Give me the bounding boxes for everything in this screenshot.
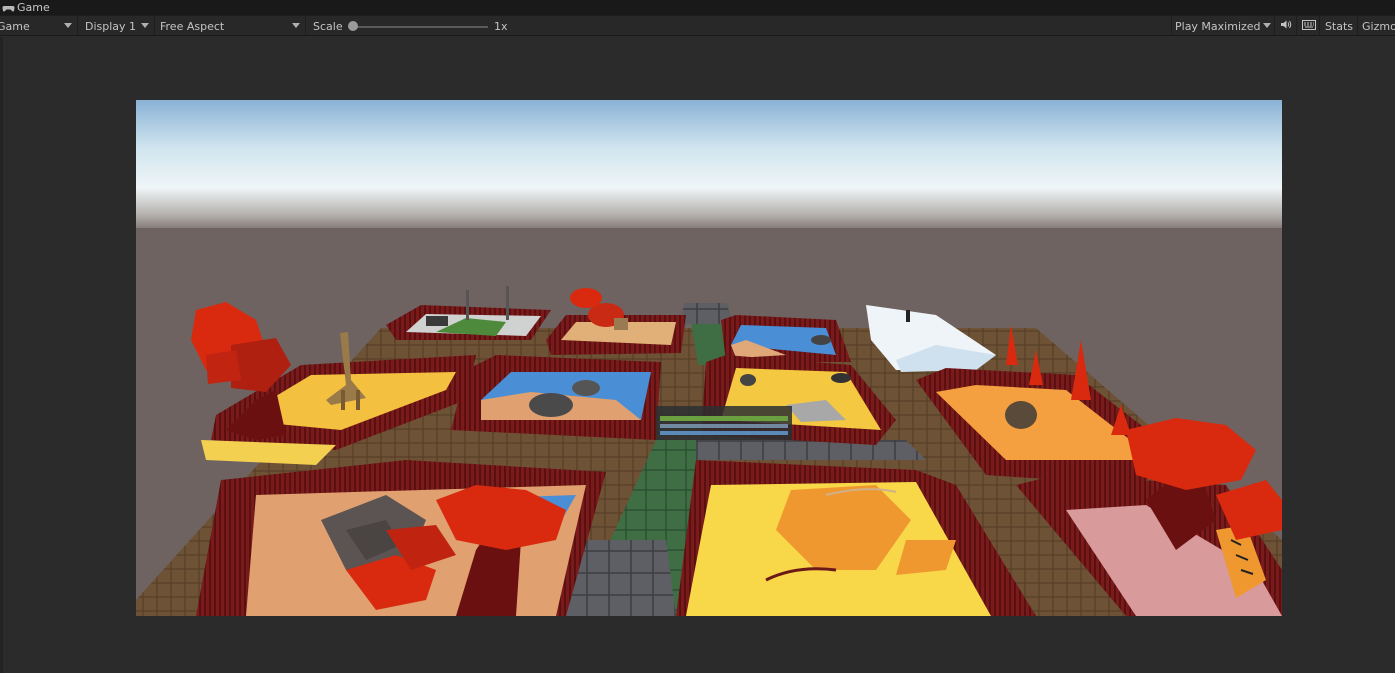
scale-slider[interactable] xyxy=(353,26,488,28)
chevron-down-icon xyxy=(64,23,72,28)
enclosure-rhino xyxy=(451,355,661,440)
shortcuts-button[interactable] xyxy=(1298,16,1320,36)
game-view-dropdown-label: Game xyxy=(0,19,30,33)
gizmos-button[interactable]: Gizmo xyxy=(1359,16,1395,36)
game-tab[interactable]: Game xyxy=(0,0,56,15)
editor-tab-bar: Game xyxy=(0,0,1395,15)
play-mode-dropdown[interactable]: Play Maximized xyxy=(1171,16,1275,36)
small-red-tree-back xyxy=(570,288,602,308)
enclosure-pond xyxy=(721,315,851,362)
chevron-down-icon xyxy=(292,23,300,28)
stone-walkway-cross xyxy=(696,440,926,460)
stats-button[interactable]: Stats xyxy=(1321,16,1358,36)
speaker-icon xyxy=(1280,19,1292,33)
zoo-scene xyxy=(136,100,1282,616)
game-controller-icon xyxy=(2,3,15,13)
game-view-toolbar: Game Display 1 Free Aspect Scale 1x Play… xyxy=(0,15,1395,36)
game-render-view[interactable] xyxy=(136,100,1282,616)
scale-slider-handle[interactable] xyxy=(348,21,358,31)
mute-audio-button[interactable] xyxy=(1276,16,1297,36)
chevron-down-icon xyxy=(1263,23,1271,28)
aspect-dropdown-label: Free Aspect xyxy=(160,19,225,33)
play-mode-dropdown-label: Play Maximized xyxy=(1175,19,1261,33)
keyboard-icon xyxy=(1301,19,1316,33)
aspect-dropdown[interactable]: Free Aspect xyxy=(155,16,306,36)
display-dropdown[interactable]: Display 1 xyxy=(78,16,155,36)
scale-value: 1x xyxy=(494,19,508,33)
game-tab-label: Game xyxy=(17,1,50,14)
debug-stats-overlay xyxy=(656,406,792,440)
game-view-dropdown[interactable]: Game xyxy=(0,16,78,36)
scale-label: Scale xyxy=(313,19,343,33)
display-dropdown-label: Display 1 xyxy=(85,19,137,33)
chevron-down-icon xyxy=(141,23,149,28)
sky xyxy=(136,100,1282,235)
